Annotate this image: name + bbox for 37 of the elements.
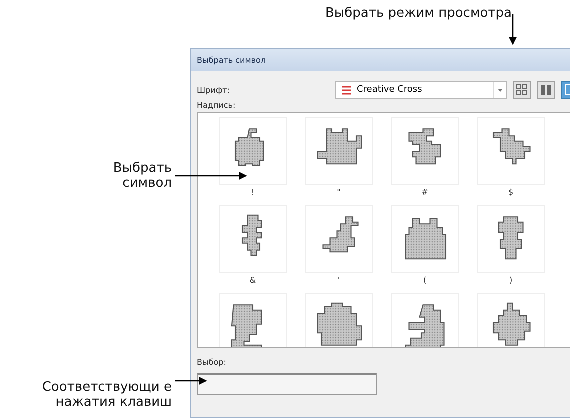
- leader-line: [175, 377, 208, 385]
- font-dropdown[interactable]: Creative Cross: [335, 81, 507, 99]
- font-label: Шрифт:: [197, 86, 232, 94]
- symbol-caption: $: [508, 188, 514, 197]
- window-title: Выбрать символ: [191, 49, 570, 71]
- symbol-caption: ": [337, 188, 341, 197]
- symbol-tile[interactable]: [391, 293, 459, 347]
- symbol-tile[interactable]: [391, 205, 459, 273]
- view-mode-icon: [516, 84, 528, 96]
- symbol-caption: ): [509, 276, 513, 285]
- leader-line: [509, 14, 517, 46]
- selection-field[interactable]: [197, 373, 377, 395]
- view-mode-button[interactable]: [513, 81, 531, 99]
- callout-label: Соответствующи е нажатия клавиш: [41, 380, 172, 410]
- view-mode-button[interactable]: [537, 81, 555, 99]
- symbol-tile[interactable]: [219, 293, 287, 347]
- symbol-caption: !: [251, 188, 255, 197]
- selection-label: Выбор:: [197, 358, 228, 367]
- callout-label: Выбрать режим просмотра: [325, 6, 512, 21]
- symbol-caption: #: [422, 188, 428, 197]
- font-icon: [342, 86, 351, 94]
- symbol-caption: &: [250, 276, 256, 285]
- symbol-tile[interactable]: [305, 117, 373, 185]
- symbol-tile[interactable]: [305, 205, 373, 273]
- symbol-tile[interactable]: [305, 293, 373, 347]
- inscription-label: Надпись:: [197, 101, 237, 110]
- symbol-tile[interactable]: [477, 293, 545, 347]
- symbol-tile[interactable]: [477, 205, 545, 273]
- symbol-tile[interactable]: [219, 117, 287, 185]
- caret-icon: [498, 88, 502, 92]
- symbol-tile[interactable]: [219, 205, 287, 273]
- callout-label: Выбрать символ: [112, 161, 172, 191]
- view-mode-icon: [540, 84, 552, 96]
- symbol-tile[interactable]: [391, 117, 459, 185]
- symbol-tile[interactable]: [477, 117, 545, 185]
- symbol-caption: ': [338, 276, 340, 285]
- symbol-caption: (: [423, 276, 427, 285]
